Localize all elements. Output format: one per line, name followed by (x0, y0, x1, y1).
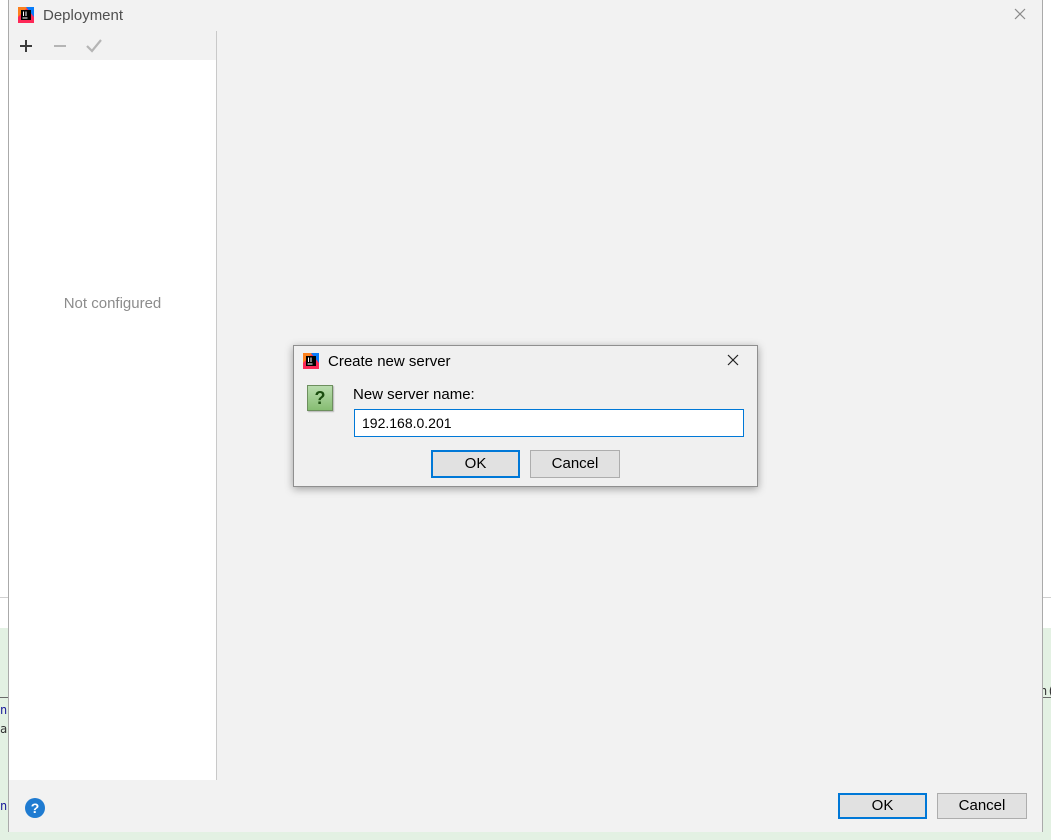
add-icon[interactable] (16, 36, 36, 56)
background-code-fragment: a (0, 722, 8, 736)
panel-divider[interactable] (216, 31, 217, 780)
remove-icon[interactable] (50, 36, 70, 56)
title-bar: Deployment (9, 0, 1042, 31)
window-title: Deployment (43, 7, 124, 24)
server-list-toolbar (9, 31, 216, 60)
create-server-dialog: Create new server ? New server name: OK … (293, 345, 758, 487)
background-code-fragment: n (0, 799, 8, 813)
server-name-input[interactable] (354, 409, 744, 437)
desktop: n a n n( Deployment (0, 0, 1051, 840)
help-icon[interactable]: ? (25, 798, 45, 818)
modal-title: Create new server (328, 353, 451, 370)
background-code-fragment: n (0, 703, 8, 717)
modal-cancel-button[interactable]: Cancel (530, 450, 620, 478)
server-list-panel[interactable]: Not configured (9, 60, 216, 780)
ok-button[interactable]: OK (838, 793, 927, 819)
close-icon[interactable] (1012, 6, 1028, 22)
background-line-left (0, 697, 8, 698)
close-icon[interactable] (725, 352, 741, 368)
question-icon: ? (307, 385, 333, 411)
check-icon[interactable] (84, 36, 104, 56)
intellij-idea-icon (303, 353, 319, 369)
cancel-button[interactable]: Cancel (937, 793, 1027, 819)
server-name-label: New server name: (353, 386, 475, 403)
modal-ok-button[interactable]: OK (431, 450, 520, 478)
dialog-footer: ? OK Cancel (9, 780, 1042, 832)
intellij-idea-icon (18, 7, 34, 23)
empty-list-message: Not configured (63, 295, 162, 312)
